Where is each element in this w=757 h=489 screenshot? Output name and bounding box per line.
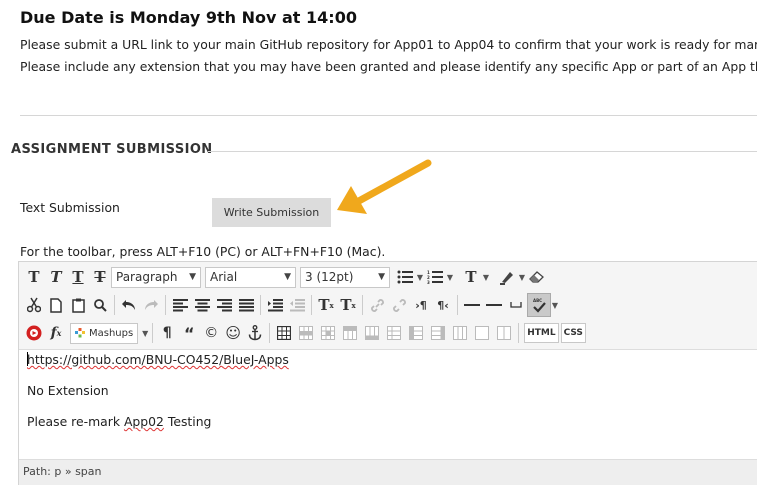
insert-col-before-icon[interactable] <box>405 322 427 344</box>
strikethrough-icon[interactable]: T <box>89 266 111 288</box>
spellcheck-icon[interactable]: ABC <box>527 293 551 317</box>
css-button[interactable]: CSS <box>560 323 586 343</box>
eraser-icon[interactable] <box>526 266 548 288</box>
mashups-select[interactable]: Mashups <box>70 322 139 344</box>
content-text: Please re-mark <box>27 414 124 429</box>
chevron-down-icon: ▼ <box>189 272 196 282</box>
mashups-icon <box>75 328 85 338</box>
em-dash-icon[interactable] <box>483 294 505 316</box>
blockquote-icon[interactable]: “ <box>178 322 200 344</box>
font-size-value: 3 (12pt) <box>305 270 354 284</box>
content-text: App02 <box>123 414 164 429</box>
table-cell-props-icon[interactable] <box>317 322 339 344</box>
content-text: Testing <box>163 414 212 429</box>
bold-icon[interactable]: T <box>23 266 45 288</box>
arrow-annotation-icon <box>337 159 432 214</box>
link-icon[interactable] <box>366 294 388 316</box>
write-submission-button[interactable]: Write Submission <box>212 198 331 227</box>
editor-toolbar: T T T T Paragraph ▼ Arial ▼ 3 (12pt) ▼ ▼ 12… <box>19 262 757 350</box>
instruction-text: Please submit a URL link to your main Gi… <box>20 37 757 52</box>
horizontal-rule-icon[interactable] <box>461 294 483 316</box>
copyright-icon[interactable]: © <box>200 322 222 344</box>
insert-col-after-icon[interactable] <box>427 322 449 344</box>
path-text: Path: p » span <box>23 465 102 478</box>
svg-text:ABC: ABC <box>533 298 542 303</box>
highlight-icon[interactable] <box>496 266 518 288</box>
split-cells-icon[interactable] <box>471 322 493 344</box>
mashups-label: Mashups <box>89 327 134 339</box>
content-line-3: Please re-mark App02 Testing <box>27 414 211 429</box>
rtl-paragraph-icon[interactable]: ¶‹ <box>432 294 454 316</box>
chevron-down-icon[interactable]: ▼ <box>518 273 526 282</box>
math-formula-icon[interactable]: fx <box>45 322 67 344</box>
chevron-down-icon: ▼ <box>284 272 291 282</box>
svg-text:3: 3 <box>427 280 430 284</box>
justify-icon[interactable] <box>235 294 257 316</box>
emoticon-icon[interactable]: ☺ <box>222 322 244 344</box>
chevron-down-icon[interactable]: ▼ <box>446 273 454 282</box>
insert-row-before-icon[interactable] <box>339 322 361 344</box>
insert-table-icon[interactable] <box>273 322 295 344</box>
anchor-icon[interactable] <box>244 322 266 344</box>
unlink-icon[interactable] <box>388 294 410 316</box>
copy-icon[interactable] <box>45 294 67 316</box>
content-line-1: https://github.com/BNU-CO452/BlueJ-Apps <box>27 352 289 367</box>
format-value: Paragraph <box>116 270 178 284</box>
font-size-select[interactable]: 3 (12pt) ▼ <box>300 266 390 288</box>
text-color-icon[interactable]: T <box>460 266 482 288</box>
underline-icon[interactable]: T <box>67 266 89 288</box>
find-icon[interactable] <box>89 294 111 316</box>
subscript-icon[interactable]: Tx <box>337 294 359 316</box>
align-left-icon[interactable] <box>169 294 191 316</box>
outdent-icon[interactable] <box>286 294 308 316</box>
align-center-icon[interactable] <box>191 294 213 316</box>
undo-icon[interactable] <box>118 294 140 316</box>
font-select[interactable]: Arial ▼ <box>205 266 296 288</box>
delete-col-icon[interactable] <box>449 322 471 344</box>
indent-icon[interactable] <box>264 294 286 316</box>
divider <box>20 115 757 116</box>
content-line-2: No Extension <box>27 383 109 398</box>
youtube-icon[interactable] <box>23 322 45 344</box>
section-divider <box>208 151 757 152</box>
rich-text-editor: T T T T Paragraph ▼ Arial ▼ 3 (12pt) ▼ ▼ 12… <box>18 261 757 485</box>
toolbar-hint: For the toolbar, press ALT+F10 (PC) or A… <box>20 244 386 259</box>
editor-content[interactable]: https://github.com/BNU-CO452/BlueJ-Apps … <box>19 350 757 459</box>
instruction-text: Please include any extension that you ma… <box>20 59 757 74</box>
nonbreaking-space-icon[interactable] <box>505 294 527 316</box>
table-row-props-icon[interactable] <box>295 322 317 344</box>
cut-icon[interactable] <box>23 294 45 316</box>
url-text: BlueJ-Apps <box>223 352 289 367</box>
editor-path-bar: Path: p » span <box>19 459 757 485</box>
ltr-paragraph-icon[interactable]: ›¶ <box>410 294 432 316</box>
chevron-down-icon[interactable]: ▼ <box>416 273 424 282</box>
italic-icon[interactable]: T <box>45 266 67 288</box>
paste-icon[interactable] <box>67 294 89 316</box>
html-source-button[interactable]: HTML <box>524 323 559 343</box>
bullet-list-icon[interactable] <box>394 266 416 288</box>
url-text: https://github.com/BNU-CO452/ <box>27 352 224 367</box>
text-submission-label: Text Submission <box>20 200 120 215</box>
paragraph-mark-icon[interactable]: ¶ <box>156 322 178 344</box>
font-value: Arial <box>210 270 238 284</box>
delete-row-icon[interactable] <box>383 322 405 344</box>
superscript-icon[interactable]: Tx <box>315 294 337 316</box>
redo-icon[interactable] <box>140 294 162 316</box>
chevron-down-icon[interactable]: ▼ <box>482 273 490 282</box>
chevron-down-icon: ▼ <box>378 272 385 282</box>
insert-row-after-icon[interactable] <box>361 322 383 344</box>
chevron-down-icon[interactable]: ▼ <box>551 301 559 310</box>
align-right-icon[interactable] <box>213 294 235 316</box>
section-heading: ASSIGNMENT SUBMISSION <box>11 142 213 157</box>
chevron-down-icon[interactable]: ▼ <box>141 329 149 338</box>
due-date-title: Due Date is Monday 9th Nov at 14:00 <box>20 8 357 27</box>
merge-cells-icon[interactable] <box>493 322 515 344</box>
format-select[interactable]: Paragraph ▼ <box>111 266 201 288</box>
numbered-list-icon[interactable]: 123 <box>424 266 446 288</box>
